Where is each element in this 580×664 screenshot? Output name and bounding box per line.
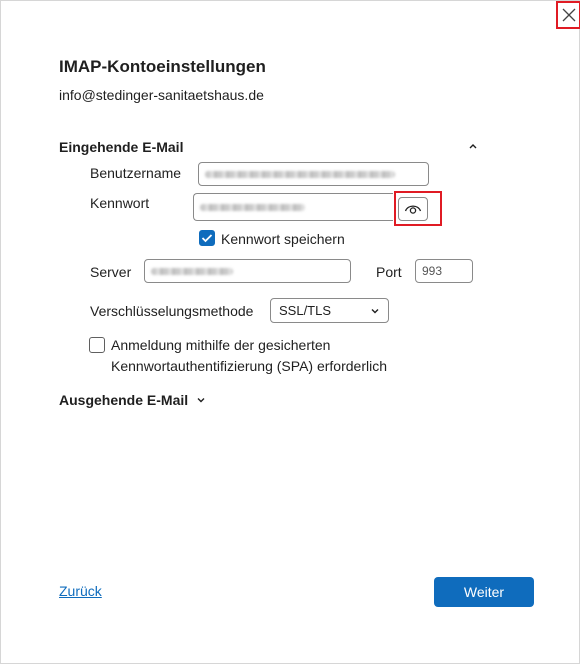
password-input[interactable] — [193, 193, 393, 221]
checkmark-icon — [201, 234, 213, 243]
chevron-up-icon[interactable] — [468, 142, 478, 150]
account-email: info@stedinger-sanitaetshaus.de — [59, 87, 264, 103]
server-input[interactable] — [144, 259, 351, 283]
save-password-label[interactable]: Kennwort speichern — [221, 231, 345, 247]
chevron-down-icon — [371, 308, 379, 313]
port-label: Port — [376, 264, 402, 280]
server-label: Server — [90, 264, 132, 280]
dialog-title: IMAP-Kontoeinstellungen — [59, 57, 266, 76]
server-redacted-value — [151, 267, 233, 275]
encryption-select[interactable]: SSL/TLS — [270, 298, 389, 323]
username-redacted-value — [205, 170, 395, 178]
encryption-value: SSL/TLS — [279, 303, 332, 318]
back-link[interactable]: Zurück — [59, 583, 102, 599]
eye-highlight-frame — [394, 191, 442, 226]
chevron-down-icon[interactable] — [196, 396, 206, 404]
encryption-label: Verschlüsselungsmethode — [90, 303, 254, 319]
save-password-checkbox[interactable] — [199, 230, 215, 246]
spa-label-line2[interactable]: Kennwortauthentifizierung (SPA) erforder… — [111, 358, 387, 374]
spa-checkbox[interactable] — [89, 337, 105, 353]
next-button[interactable]: Weiter — [434, 577, 534, 607]
spa-label-line1[interactable]: Anmeldung mithilfe der gesicherten — [111, 337, 330, 353]
password-label: Kennwort — [90, 195, 150, 211]
password-redacted-value — [200, 203, 305, 211]
port-input[interactable]: 993 — [415, 259, 473, 283]
username-label: Benutzername — [90, 165, 182, 181]
incoming-section-heading[interactable]: Eingehende E-Mail — [59, 139, 183, 155]
close-button[interactable] — [556, 1, 580, 29]
username-input[interactable] — [198, 162, 429, 186]
outgoing-section-heading[interactable]: Ausgehende E-Mail — [59, 392, 188, 408]
close-icon — [562, 8, 575, 22]
